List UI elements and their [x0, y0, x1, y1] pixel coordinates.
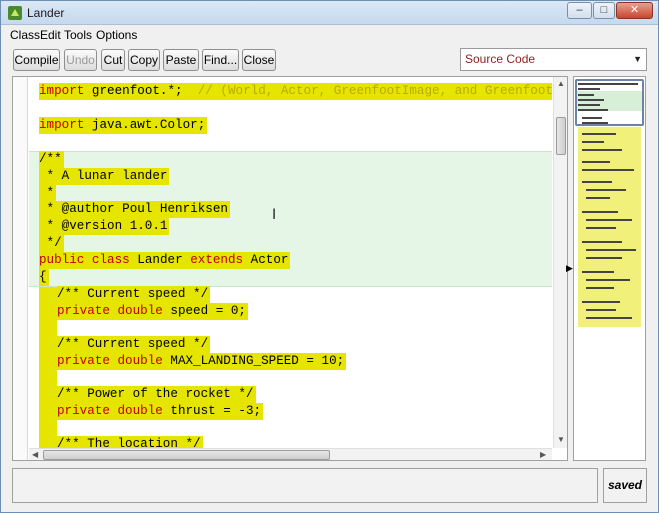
navigator-line — [582, 149, 622, 151]
vertical-scroll-thumb[interactable] — [556, 117, 566, 155]
source-editor[interactable]: import greenfoot.*; // (World, Actor, Gr… — [12, 76, 568, 461]
title-bar: Lander – □ ✕ — [1, 1, 658, 25]
navigator-line — [582, 181, 612, 183]
code-line-17: /** The location */ — [57, 436, 203, 448]
chevron-down-icon: ▼ — [633, 54, 642, 64]
scroll-up-icon[interactable]: ▲ — [557, 79, 565, 88]
message-area — [12, 468, 598, 503]
paste-button[interactable]: Paste — [163, 49, 199, 71]
horizontal-scroll-thumb[interactable] — [43, 450, 330, 460]
code-line-10: { — [39, 269, 49, 286]
collapse-arrow-icon[interactable]: ▶ — [566, 263, 573, 274]
compile-button[interactable]: Compile — [13, 49, 60, 71]
menu-edit[interactable]: Edit — [40, 28, 61, 42]
undo-button[interactable]: Undo — [64, 49, 97, 71]
navigator-line — [586, 257, 622, 259]
horizontal-scrollbar[interactable]: ◀ ▶ — [29, 448, 552, 460]
close-icon: ✕ — [629, 4, 640, 16]
cut-button[interactable]: Cut — [101, 49, 125, 71]
navigator-line — [586, 227, 616, 229]
navigator-line — [586, 279, 630, 281]
minimize-icon: – — [576, 4, 583, 16]
menu-class[interactable]: Class — [10, 28, 40, 42]
window-title: Lander — [27, 6, 65, 20]
code-line-13: /** Current speed */ — [57, 336, 211, 353]
maximize-button[interactable]: □ — [593, 2, 615, 19]
maximize-icon: □ — [600, 4, 608, 16]
text-cursor-icon: I — [272, 207, 277, 223]
navigator-line — [582, 169, 634, 171]
code-navigator[interactable] — [573, 76, 646, 461]
navigator-line — [586, 197, 610, 199]
saved-status: saved — [603, 468, 647, 503]
menu-options[interactable]: Options — [96, 28, 137, 42]
scroll-right-icon[interactable]: ▶ — [540, 450, 546, 459]
code-line-1: import greenfoot.*; // (World, Actor, Gr… — [39, 83, 552, 100]
navigator-line — [586, 309, 616, 311]
code-line-7: * @version 1.0.1 — [39, 218, 170, 235]
code-line-12: private double speed = 0; — [57, 303, 248, 320]
code-line-14: private double MAX_LANDING_SPEED = 10; — [57, 353, 347, 370]
menu-tools[interactable]: Tools — [64, 28, 92, 42]
greenfoot-icon — [7, 5, 23, 21]
view-selector-value: Source Code — [465, 52, 536, 66]
navigator-line — [582, 211, 618, 213]
navigator-line — [586, 189, 626, 191]
field-scope-highlight — [39, 287, 57, 448]
minimize-button[interactable]: – — [567, 2, 592, 19]
code-line-6: * @author Poul Henriksen — [39, 201, 230, 218]
navigator-line — [582, 141, 604, 143]
editor-window: Lander – □ ✕ Class Edit Tools Options Co… — [0, 0, 659, 513]
navigator-line — [582, 133, 616, 135]
navigator-line — [582, 241, 622, 243]
navigator-viewport[interactable] — [575, 79, 644, 126]
navigator-line — [582, 271, 614, 273]
code-line-4: * A lunar lander — [39, 168, 170, 185]
scroll-left-icon[interactable]: ◀ — [32, 450, 38, 459]
close-window-button[interactable]: ✕ — [616, 2, 653, 19]
close-button[interactable]: Close — [242, 49, 276, 71]
navigator-line — [582, 301, 620, 303]
code-line-16: private double thrust = -3; — [57, 403, 264, 420]
code-area[interactable]: import greenfoot.*; // (World, Actor, Gr… — [29, 77, 552, 448]
code-line-2: import java.awt.Color; — [39, 117, 208, 134]
navigator-line — [586, 317, 632, 319]
view-selector[interactable]: Source Code ▼ — [460, 48, 647, 71]
vertical-scrollbar[interactable]: ▲ ▼ — [553, 77, 567, 448]
navigator-line — [586, 219, 632, 221]
line-gutter — [13, 77, 28, 460]
find-button[interactable]: Find... — [202, 49, 239, 71]
code-line-15: /** Power of the rocket */ — [57, 386, 256, 403]
code-line-3: /** — [39, 151, 64, 168]
navigator-line — [586, 287, 614, 289]
code-line-11: /** Current speed */ — [57, 286, 211, 303]
code-line-9: public class Lander extends Actor — [39, 252, 291, 269]
code-line-5: * — [39, 185, 57, 202]
copy-button[interactable]: Copy — [128, 49, 160, 71]
navigator-line — [582, 161, 610, 163]
code-line-8: */ — [39, 235, 64, 252]
menu-bar: Class Edit Tools Options — [1, 25, 658, 45]
scroll-down-icon[interactable]: ▼ — [557, 435, 565, 444]
navigator-line — [586, 249, 636, 251]
